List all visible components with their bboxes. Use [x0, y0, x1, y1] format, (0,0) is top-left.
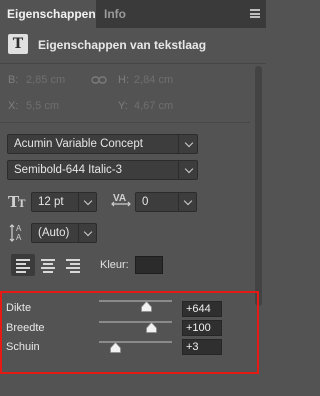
y-label: Y:: [118, 100, 128, 112]
axis-value-schuin[interactable]: +3: [182, 339, 222, 355]
color-label: Kleur:: [100, 259, 129, 271]
font-style-value: Semibold-644 Italic-3: [14, 164, 123, 176]
slider-handle[interactable]: [146, 322, 157, 333]
divider: [178, 135, 179, 153]
x-field[interactable]: 5,5 cm: [26, 100, 59, 112]
chevron-down-icon: [184, 164, 194, 174]
svg-text:A: A: [16, 233, 22, 242]
slider-handle[interactable]: [141, 301, 152, 312]
font-family-select[interactable]: Acumin Variable Concept: [7, 134, 198, 154]
y-field[interactable]: 4,67 cm: [134, 100, 173, 112]
width-label: B:: [8, 74, 19, 86]
divider: [0, 122, 250, 123]
panel-menu-icon[interactable]: [250, 9, 260, 18]
align-right-button[interactable]: [61, 254, 85, 276]
width-field[interactable]: 2,85 cm: [26, 74, 65, 86]
slider-track[interactable]: [99, 321, 172, 323]
chevron-down-icon: [183, 196, 193, 206]
svg-text:VA: VA: [113, 193, 126, 204]
slider-track[interactable]: [99, 300, 172, 302]
font-size-value: 12 pt: [38, 196, 64, 208]
tab-info[interactable]: Info: [96, 0, 138, 28]
axis-value-dikte[interactable]: +644: [182, 301, 222, 317]
tracking-value: 0: [142, 196, 149, 208]
panel-header: T Eigenschappen van tekstlaag: [0, 28, 266, 64]
leading-value: (Auto): [38, 227, 70, 239]
svg-text:A: A: [16, 224, 22, 233]
chevron-down-icon: [83, 227, 93, 237]
font-size-icon: T T: [8, 193, 28, 212]
chevron-down-icon: [83, 196, 93, 206]
height-label: H:: [118, 74, 129, 86]
tracking-icon: VA: [111, 191, 131, 212]
axis-label-breedte: Breedte: [6, 322, 45, 334]
font-size-select[interactable]: 12 pt: [31, 192, 97, 212]
align-center-button[interactable]: [36, 254, 60, 276]
tab-eigenschappen[interactable]: Eigenschappen: [0, 0, 96, 28]
font-style-select[interactable]: Semibold-644 Italic-3: [7, 160, 198, 180]
divider: [178, 161, 179, 179]
leading-select[interactable]: (Auto): [31, 223, 97, 243]
font-family-value: Acumin Variable Concept: [14, 138, 143, 150]
align-left-button[interactable]: [11, 254, 35, 276]
text-color-swatch[interactable]: [135, 256, 163, 274]
leading-icon: A A: [9, 223, 29, 246]
svg-text:T: T: [18, 199, 26, 209]
link-icon[interactable]: [91, 75, 107, 85]
x-label: X:: [8, 100, 19, 112]
chevron-down-icon: [184, 138, 194, 148]
slider-handle[interactable]: [109, 342, 121, 353]
divider: [78, 224, 79, 242]
height-field[interactable]: 2,84 cm: [134, 74, 173, 86]
divider: [78, 193, 79, 211]
axis-label-dikte: Dikte: [6, 302, 32, 314]
panel-tab-bar: Eigenschappen Info: [0, 0, 266, 28]
axis-value-breedte[interactable]: +100: [182, 320, 222, 336]
text-layer-icon: T: [8, 34, 28, 54]
scrollbar[interactable]: [255, 66, 262, 306]
tracking-select[interactable]: 0: [135, 192, 197, 212]
page-title: Eigenschappen van tekstlaag: [38, 38, 207, 52]
axis-label-schuin: Schuin: [6, 341, 40, 353]
divider: [178, 193, 179, 211]
